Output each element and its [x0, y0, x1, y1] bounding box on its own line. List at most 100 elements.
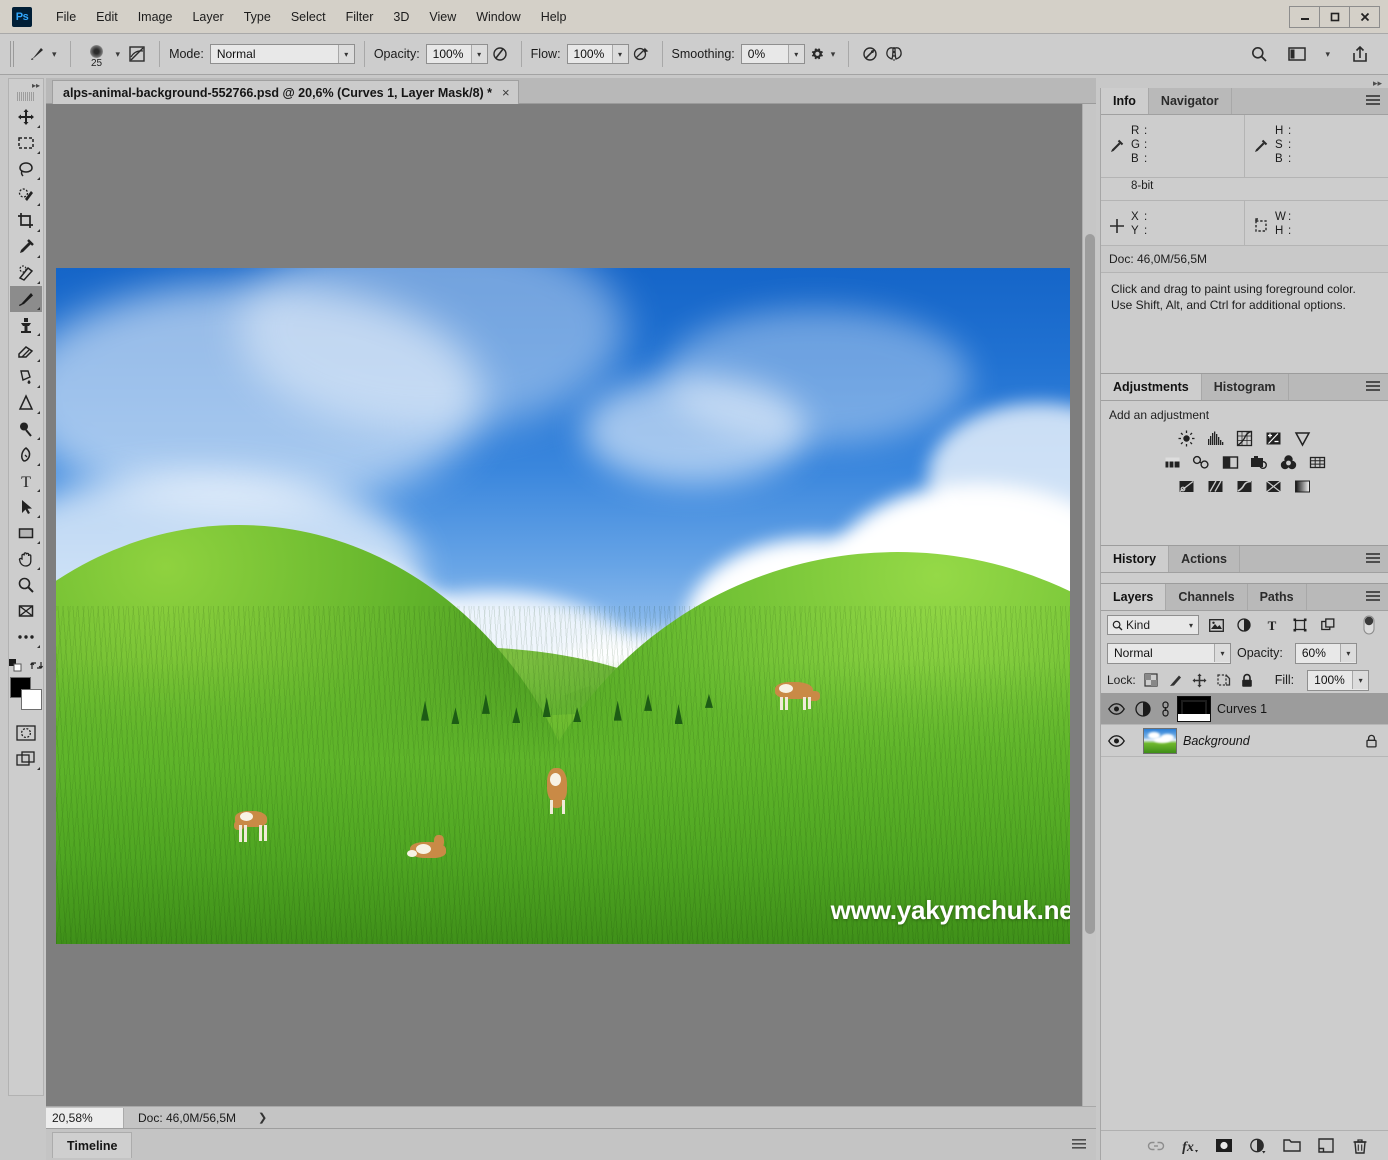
screen-mode-button[interactable] [10, 746, 42, 772]
tab-navigator[interactable]: Navigator [1149, 88, 1232, 114]
menu-3d[interactable]: 3D [383, 0, 419, 34]
hand-tool[interactable] [10, 546, 42, 572]
canvas-vertical-scrollbar[interactable] [1082, 104, 1096, 1106]
add-layer-style-icon[interactable]: fx [1180, 1136, 1200, 1156]
search-icon[interactable] [1247, 42, 1271, 66]
brush-size-preview[interactable]: 25 [80, 39, 114, 69]
tab-layers[interactable]: Layers [1101, 584, 1167, 610]
layer-name-background[interactable]: Background [1183, 734, 1250, 748]
menu-window[interactable]: Window [466, 0, 530, 34]
pressure-size-icon[interactable] [858, 42, 882, 66]
delete-layer-icon[interactable] [1350, 1136, 1370, 1156]
tab-history[interactable]: History [1101, 546, 1170, 572]
move-tool[interactable] [10, 104, 42, 130]
panel-menu-icon[interactable] [1366, 553, 1380, 565]
panel-menu-icon[interactable] [1366, 95, 1380, 107]
toolbar-collapse-button[interactable]: ▸▸ [9, 79, 43, 92]
layer-visibility-eye-icon[interactable] [1105, 702, 1127, 715]
menu-help[interactable]: Help [531, 0, 577, 34]
menu-image[interactable]: Image [128, 0, 183, 34]
panel-menu-icon[interactable] [1072, 1139, 1086, 1149]
maximize-button[interactable] [1319, 5, 1350, 28]
blend-mode-select[interactable]: Normal ▾ [209, 44, 355, 64]
clone-stamp-tool[interactable] [10, 312, 42, 338]
brush-preset-chevron-down-icon[interactable]: ▾ [52, 49, 57, 60]
threshold-icon[interactable] [1235, 477, 1255, 495]
lasso-tool[interactable] [10, 156, 42, 182]
background-color-swatch[interactable] [21, 689, 42, 710]
invert-icon[interactable] [1177, 477, 1197, 495]
scrollbar-thumb[interactable] [1085, 234, 1095, 934]
dodge-tool[interactable] [10, 416, 42, 442]
airbrush-icon[interactable] [629, 42, 653, 66]
lock-position-icon[interactable] [1191, 671, 1208, 689]
channel-mixer-icon[interactable] [1278, 453, 1298, 471]
eraser-tool[interactable] [10, 338, 42, 364]
link-layers-icon[interactable] [1146, 1136, 1166, 1156]
brightness-contrast-icon[interactable] [1177, 429, 1197, 447]
default-colors-icon[interactable] [9, 658, 22, 672]
curves-icon[interactable] [1235, 429, 1255, 447]
brush-panel-chevron-down-icon[interactable]: ▾ [116, 49, 121, 60]
pen-tool[interactable] [10, 442, 42, 468]
lock-all-icon[interactable] [1239, 671, 1256, 689]
eyedropper-tool[interactable] [10, 234, 42, 260]
brush-settings-panel-icon[interactable] [124, 41, 150, 67]
layer-adjustment-thumbnail[interactable] [1133, 700, 1153, 717]
minimize-button[interactable] [1289, 5, 1320, 28]
options-bar-grip[interactable] [10, 41, 16, 67]
dock-collapse-button[interactable]: ▸▸ [1373, 78, 1382, 89]
selective-color-icon[interactable] [1264, 477, 1284, 495]
quick-selection-tool[interactable] [10, 182, 42, 208]
opacity-input[interactable]: 100% ▾ [425, 44, 488, 64]
crop-tool[interactable] [10, 208, 42, 234]
filter-pixel-icon[interactable] [1205, 615, 1227, 635]
more-tools[interactable] [10, 624, 42, 650]
share-icon[interactable] [1348, 42, 1372, 66]
layer-mask-link-icon[interactable] [1159, 700, 1171, 717]
black-and-white-icon[interactable] [1220, 453, 1240, 471]
menu-file[interactable]: File [46, 0, 86, 34]
new-group-icon[interactable] [1282, 1136, 1302, 1156]
symmetry-butterfly-icon[interactable] [882, 42, 906, 66]
canvas-area[interactable]: www.yakymchuk.net [46, 104, 1096, 1106]
layer-mask-thumbnail[interactable] [1177, 695, 1211, 722]
layer-fill-input[interactable]: 100% ▾ [1307, 669, 1370, 691]
lock-image-pixels-icon[interactable] [1167, 671, 1184, 689]
document-image[interactable]: www.yakymchuk.net [56, 268, 1070, 944]
new-adjustment-layer-icon[interactable] [1248, 1136, 1268, 1156]
color-lookup-icon[interactable] [1307, 453, 1327, 471]
menu-edit[interactable]: Edit [86, 0, 128, 34]
filter-type-icon[interactable]: T [1261, 615, 1283, 635]
levels-icon[interactable] [1206, 429, 1226, 447]
filter-smart-object-icon[interactable] [1317, 615, 1339, 635]
menu-filter[interactable]: Filter [336, 0, 384, 34]
gear-icon[interactable] [805, 42, 829, 66]
brush-icon[interactable] [24, 41, 50, 67]
workspace-icon[interactable] [1285, 42, 1309, 66]
gear-chevron-down-icon[interactable]: ▾ [831, 49, 836, 60]
zoom-tool[interactable] [10, 572, 42, 598]
layer-opacity-input[interactable]: 60% ▾ [1294, 642, 1357, 664]
filter-enable-toggle[interactable] [1358, 615, 1380, 635]
add-layer-mask-icon[interactable] [1214, 1136, 1234, 1156]
menu-layer[interactable]: Layer [182, 0, 233, 34]
photo-filter-icon[interactable] [1249, 453, 1269, 471]
edit-toolbar-tool[interactable] [10, 598, 42, 624]
layer-filter-kind-select[interactable]: Kind ▾ [1107, 615, 1199, 635]
close-button[interactable] [1349, 5, 1380, 28]
toolbar-grip[interactable] [17, 92, 35, 101]
status-expand-chevron-right-icon[interactable]: ❯ [258, 1111, 267, 1124]
tab-adjustments[interactable]: Adjustments [1101, 374, 1202, 400]
tab-timeline[interactable]: Timeline [52, 1132, 133, 1158]
flow-input[interactable]: 100% ▾ [566, 44, 629, 64]
layer-visibility-eye-icon[interactable] [1105, 734, 1127, 747]
layer-row-background[interactable]: Background [1101, 725, 1388, 757]
tab-channels[interactable]: Channels [1166, 584, 1248, 610]
menu-select[interactable]: Select [281, 0, 336, 34]
gradient-map-icon[interactable] [1293, 477, 1313, 495]
layer-photo-thumbnail[interactable] [1143, 727, 1177, 754]
filter-shape-icon[interactable] [1289, 615, 1311, 635]
panel-menu-icon[interactable] [1366, 381, 1380, 393]
close-icon[interactable]: × [502, 85, 510, 100]
